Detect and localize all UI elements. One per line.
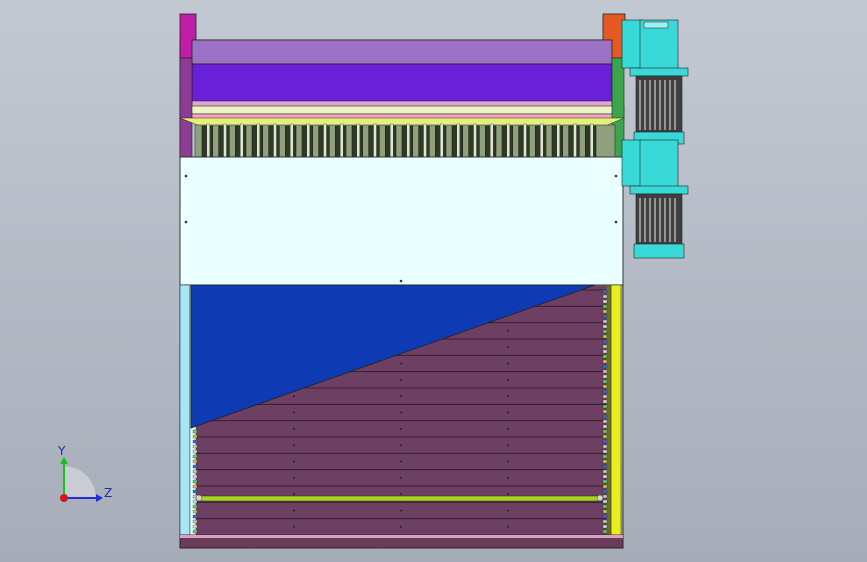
z-axis-label: Z xyxy=(104,486,112,500)
z-axis-arrow xyxy=(96,494,103,502)
y-axis-arrow xyxy=(60,457,68,464)
graphics-viewport[interactable]: Y Z xyxy=(0,0,867,562)
triad-quarter-disc xyxy=(63,465,97,499)
x-axis-dot xyxy=(60,494,68,502)
orientation-triad[interactable]: Y Z xyxy=(0,0,867,562)
y-axis-label: Y xyxy=(57,444,66,458)
